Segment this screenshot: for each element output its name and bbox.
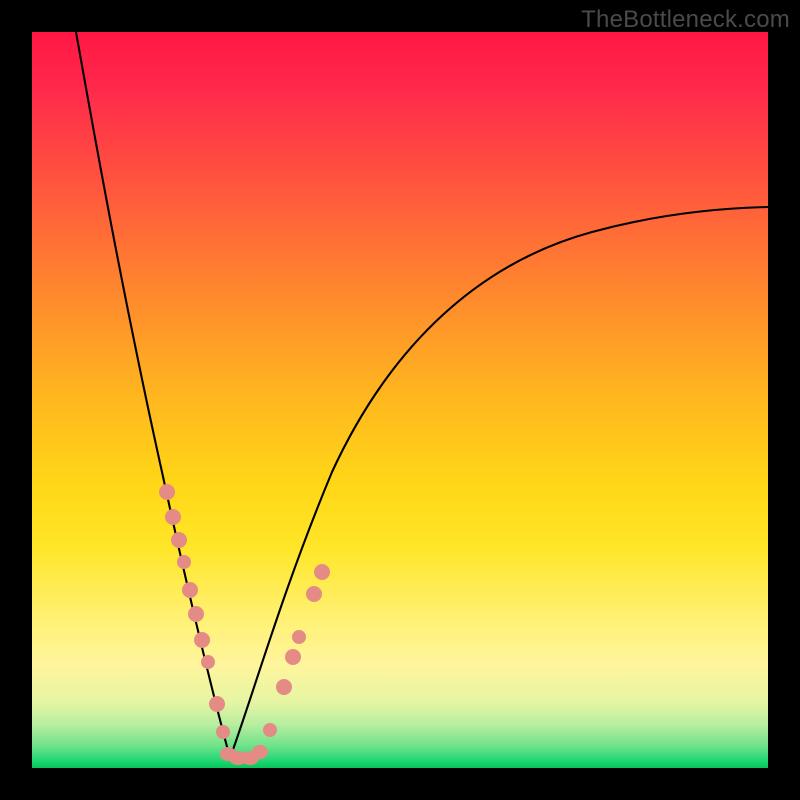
chart-note: Two smooth curves descending from top to… — [0, 0, 1, 1]
data-dot — [209, 696, 225, 712]
data-dot — [216, 725, 230, 739]
chart-svg — [32, 32, 768, 768]
data-dot — [314, 564, 330, 580]
data-dots-group — [159, 484, 330, 765]
data-dot — [194, 632, 210, 648]
data-dot — [201, 655, 215, 669]
watermark-text: TheBottleneck.com — [581, 6, 790, 34]
data-dot — [188, 606, 204, 622]
data-dot — [171, 532, 187, 548]
data-dot — [165, 509, 181, 525]
chart-plot-area — [32, 32, 768, 768]
data-dot — [159, 484, 175, 500]
curve-left-branch — [76, 32, 230, 758]
data-dot — [276, 679, 292, 695]
data-dot — [182, 582, 198, 598]
data-dot — [292, 630, 306, 644]
data-dot — [263, 723, 277, 737]
curve-right-branch — [230, 207, 768, 758]
data-dot — [177, 555, 191, 569]
data-dot — [285, 649, 301, 665]
data-dot — [306, 586, 322, 602]
data-dot-trough — [252, 745, 268, 759]
